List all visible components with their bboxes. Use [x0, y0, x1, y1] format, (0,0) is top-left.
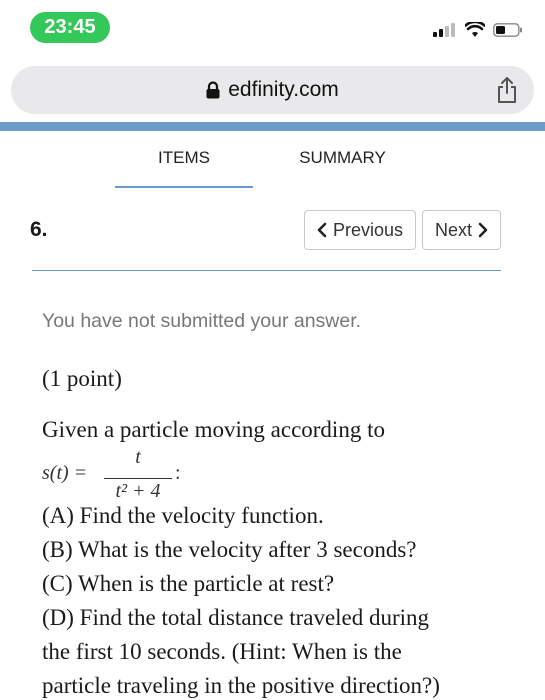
formula-lhs: s(t) = [42, 462, 88, 484]
next-label: Next [434, 219, 472, 240]
position-formula: s(t) = t t² + 4 : [42, 446, 342, 510]
question-number: 6. [30, 218, 48, 241]
part-d-cont-2: particle traveling in the positive direc… [42, 673, 440, 698]
formula-trail: : [175, 462, 181, 484]
wifi-icon [465, 22, 485, 37]
part-d-cont-1: the first 10 seconds. (Hint: When is the [42, 639, 402, 664]
fraction-bar [104, 478, 172, 479]
status-time: 23:45 [30, 12, 110, 43]
formula-numerator: t [135, 446, 141, 468]
previous-label: Previous [332, 219, 404, 240]
tab-items[interactable]: ITEMS [115, 148, 253, 168]
url-text: edfinity.com [228, 78, 339, 101]
part-a: (A) Find the velocity function. [42, 503, 324, 528]
tab-summary[interactable]: SUMMARY [280, 148, 405, 168]
share-icon[interactable] [496, 76, 518, 104]
battery-icon [493, 23, 522, 37]
previous-button[interactable]: Previous [304, 210, 416, 250]
part-c: (C) When is the particle at rest? [42, 571, 335, 596]
part-b: (B) What is the velocity after 3 seconds… [42, 537, 417, 562]
url-display[interactable]: edfinity.com [11, 66, 534, 114]
formula-denominator: t² + 4 [115, 480, 161, 502]
next-button[interactable]: Next [422, 210, 501, 250]
status-icons [433, 20, 523, 40]
formula-fraction: t t² + 4 [104, 446, 172, 510]
active-tab-indicator [115, 186, 253, 188]
chevron-right-icon [478, 222, 488, 238]
lock-icon [206, 81, 220, 99]
address-bar[interactable]: edfinity.com [11, 66, 534, 114]
status-bar: 23:45 [0, 0, 545, 58]
accent-band [0, 122, 545, 131]
part-d: (D) Find the total distance traveled dur… [42, 605, 430, 630]
divider [32, 270, 501, 271]
problem-intro: Given a particle moving according to [42, 417, 385, 442]
signal-icon [433, 23, 455, 37]
points-label: (1 point) [42, 366, 122, 391]
submission-notice: You have not submitted your answer. [42, 310, 362, 332]
chevron-left-icon [317, 222, 327, 238]
